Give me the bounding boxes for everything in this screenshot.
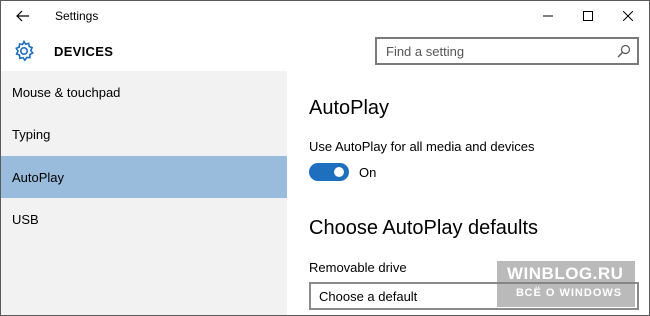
sidebar: Mouse & touchpad Typing AutoPlay USB — [1, 71, 287, 315]
settings-header: DEVICES Find a setting — [1, 31, 649, 71]
watermark: WINBLOG.RU ВСЁ О WINDOWS — [497, 261, 635, 307]
defaults-heading: Choose AutoPlay defaults — [309, 217, 539, 239]
sidebar-item-mouse-touchpad[interactable]: Mouse & touchpad — [1, 71, 287, 113]
removable-drive-label: Removable drive — [309, 260, 407, 275]
autoplay-toggle-label: Use AutoPlay for all media and devices — [309, 139, 535, 154]
sidebar-item-autoplay[interactable]: AutoPlay — [1, 156, 287, 198]
sidebar-item-typing[interactable]: Typing — [1, 113, 287, 155]
gear-icon — [15, 39, 34, 62]
maximize-icon — [583, 11, 593, 21]
watermark-subtitle: ВСЁ О WINDOWS — [516, 287, 623, 299]
autoplay-toggle[interactable] — [309, 163, 349, 181]
close-button[interactable] — [605, 1, 649, 31]
settings-window: Settings DEVICES Find a setting Mouse & … — [0, 0, 650, 316]
page-title: AutoPlay — [309, 97, 390, 119]
search-input[interactable]: Find a setting — [375, 37, 639, 65]
sidebar-item-usb[interactable]: USB — [1, 198, 287, 240]
section-title: DEVICES — [54, 44, 114, 59]
back-arrow-icon — [16, 10, 29, 22]
toggle-knob — [334, 167, 344, 177]
minimize-icon — [543, 15, 553, 17]
window-title: Settings — [55, 9, 99, 23]
toggle-state-label: On — [359, 165, 377, 180]
search-icon[interactable] — [617, 44, 631, 58]
title-bar: Settings — [1, 1, 649, 31]
select-value: Choose a default — [319, 289, 418, 304]
watermark-title: WINBLOG.RU — [507, 264, 624, 283]
close-icon — [623, 11, 633, 21]
back-button[interactable] — [9, 4, 37, 28]
search-placeholder: Find a setting — [386, 44, 465, 59]
